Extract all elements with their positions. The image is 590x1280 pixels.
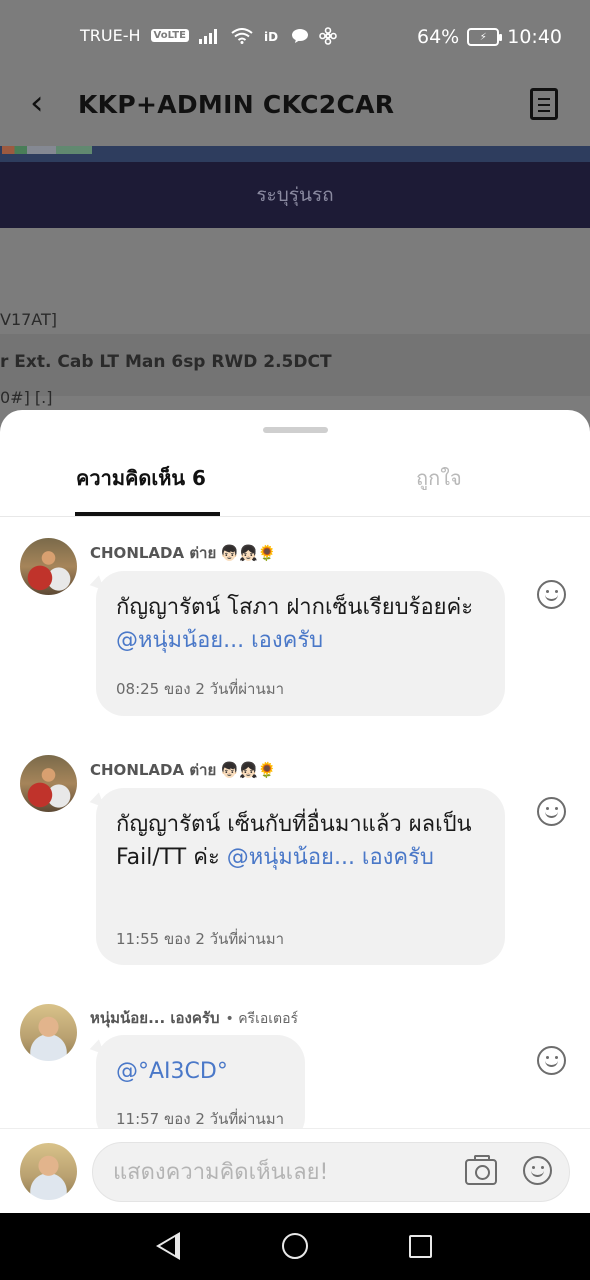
car-model-banner: ระบุรุ่นรถ — [0, 162, 590, 228]
background-row: 0#] [.] — [0, 388, 53, 407]
comment-bubble[interactable]: กัญญารัตน์ เซ็นกับที่อื่นมาแล้ว ผลเป็น F… — [96, 788, 505, 965]
app-title: KKP+ADMIN CKC2CAR — [78, 90, 395, 119]
mention-link[interactable]: @หนุ่มน้อย... เองครับ — [116, 628, 323, 653]
svg-text:iD: iD — [264, 30, 278, 44]
creator-badge: • ครีเอเตอร์ — [225, 1011, 299, 1027]
smiley-icon[interactable] — [537, 1046, 566, 1075]
background-row-highlight: r Ext. Cab LT Man 6sp RWD 2.5DCT — [0, 334, 590, 396]
comment-author[interactable]: CHONLADA ต่าย 👦🏻👧🏻🌻 — [90, 541, 276, 565]
author-name: CHONLADA ต่าย — [90, 761, 217, 779]
volte-badge: VoLTE — [150, 29, 189, 42]
smiley-icon[interactable] — [537, 797, 566, 826]
tab-comments[interactable]: ความคิดเห็น 6 — [76, 462, 206, 494]
nav-home-icon[interactable] — [282, 1233, 308, 1259]
comment-body: กัญญารัตน์ โสภา ฝากเซ็นเรียบร้อยค่ะ — [116, 595, 474, 620]
web-header-logos — [2, 146, 92, 154]
app-bar: ‹ KKP+ADMIN CKC2CAR — [0, 72, 590, 138]
comment-field[interactable] — [92, 1142, 570, 1202]
author-name: CHONLADA ต่าย — [90, 544, 217, 562]
signal-icon — [198, 28, 217, 44]
mention-link[interactable]: @°AI3CD° — [116, 1059, 228, 1084]
comment-author[interactable]: หนุ่มน้อย... เองครับ • ครีเอเตอร์ — [90, 1006, 298, 1030]
nav-recents-icon[interactable] — [409, 1235, 432, 1258]
avatar[interactable] — [20, 755, 77, 812]
chat-bubble-icon — [291, 28, 308, 43]
document-menu-icon[interactable] — [530, 88, 558, 120]
true-id-icon: iD — [264, 30, 278, 44]
pinwheel-icon — [319, 26, 337, 45]
mention-link[interactable]: @หนุ่มน้อย... เองครับ — [227, 845, 434, 870]
sheet-drag-handle[interactable] — [263, 427, 328, 433]
web-header-strip — [0, 146, 590, 162]
emoji-icon[interactable] — [523, 1156, 552, 1185]
comment-input-bar — [0, 1128, 590, 1213]
tabs-divider — [0, 516, 590, 517]
background-row: V17AT] — [0, 310, 58, 329]
smiley-icon[interactable] — [537, 580, 566, 609]
author-emoji: 👦🏻👧🏻🌻 — [220, 544, 277, 562]
comment-text: @°AI3CD° — [116, 1055, 285, 1088]
status-bar: TRUE-H VoLTE iD 64% ⚡ 10:40 — [0, 0, 590, 72]
author-name: หนุ่มน้อย... เองครับ — [90, 1009, 220, 1027]
comment-input[interactable] — [113, 1157, 443, 1187]
system-nav-bar — [0, 1213, 590, 1280]
carrier-label: TRUE-H — [80, 26, 141, 45]
nav-back-icon[interactable] — [156, 1232, 180, 1260]
car-model-banner-text: ระบุรุ่นรถ — [256, 184, 334, 206]
status-right: 64% ⚡ 10:40 — [417, 26, 562, 48]
clock: 10:40 — [507, 26, 562, 48]
comments-sheet: ความคิดเห็น 6 ถูกใจ CHONLADA ต่าย 👦🏻👧🏻🌻 ก… — [0, 410, 590, 1213]
comment-text: กัญญารัตน์ โสภา ฝากเซ็นเรียบร้อยค่ะ @หนุ… — [116, 591, 485, 657]
comment-text: กัญญารัตน์ เซ็นกับที่อื่นมาแล้ว ผลเป็น F… — [116, 808, 485, 874]
camera-icon[interactable] — [465, 1155, 497, 1185]
back-arrow-icon[interactable]: ‹ — [30, 86, 44, 120]
comment-time: 11:55 ของ 2 วันที่ผ่านมา — [116, 930, 285, 948]
comment-bubble[interactable]: กัญญารัตน์ โสภา ฝากเซ็นเรียบร้อยค่ะ @หนุ… — [96, 571, 505, 716]
battery-percent: 64% — [417, 26, 460, 48]
tab-likes[interactable]: ถูกใจ — [416, 462, 462, 494]
comment-author[interactable]: CHONLADA ต่าย 👦🏻👧🏻🌻 — [90, 758, 276, 782]
background-page: TRUE-H VoLTE iD 64% ⚡ 10:40 ‹ KKP+ADMIN … — [0, 0, 590, 440]
avatar[interactable] — [20, 538, 77, 595]
author-emoji: 👦🏻👧🏻🌻 — [220, 761, 277, 779]
wifi-icon — [231, 27, 253, 44]
comment-time: 08:25 ของ 2 วันที่ผ่านมา — [116, 680, 285, 698]
battery-icon: ⚡ — [467, 28, 503, 46]
status-left: TRUE-H VoLTE iD — [80, 26, 337, 45]
avatar[interactable] — [20, 1004, 77, 1061]
my-avatar — [20, 1143, 77, 1200]
